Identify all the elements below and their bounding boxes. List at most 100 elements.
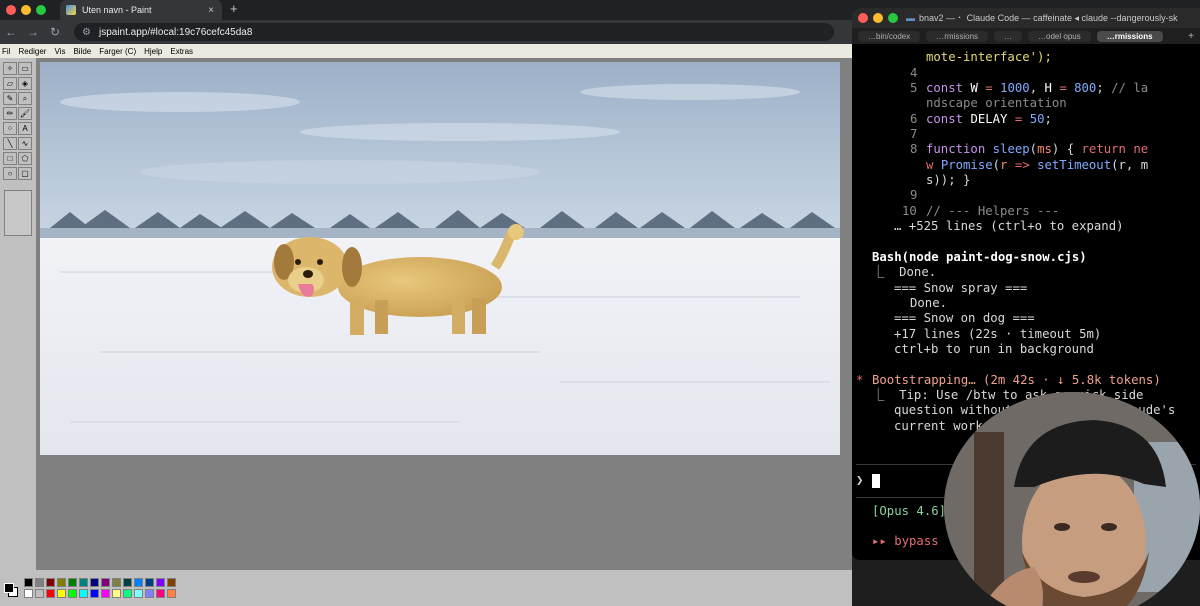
address-bar[interactable]: ⚙ jspaint.app/#local:19c76cefc45da8	[74, 23, 834, 41]
minimize-window-icon[interactable]	[21, 5, 31, 15]
back-button[interactable]: ←	[0, 25, 22, 39]
menu-rediger[interactable]: Rediger	[18, 47, 46, 56]
line-number: 9	[910, 188, 918, 202]
line-number: 10	[902, 204, 917, 218]
terminal-tab[interactable]: …bin/codex	[858, 30, 921, 42]
palette-swatch[interactable]	[167, 578, 176, 587]
palette-swatch[interactable]	[123, 589, 132, 598]
current-colors[interactable]	[2, 578, 20, 602]
palette-swatch[interactable]	[24, 578, 33, 587]
palette-swatch[interactable]	[46, 578, 55, 587]
palette-swatch[interactable]	[101, 578, 110, 587]
code-line: const W = 1000, H = 800; // la	[926, 81, 1149, 95]
bash-command: Bash(node paint-dog-snow.cjs)	[872, 250, 1087, 264]
tool-fill-icon[interactable]: ◈	[18, 77, 32, 90]
reload-button[interactable]: ↻	[44, 25, 66, 39]
palette-swatch[interactable]	[145, 578, 154, 587]
tool-line-icon[interactable]: ╲	[3, 137, 17, 150]
tool-magnifier-icon[interactable]: ⌕	[18, 92, 32, 105]
canvas-area[interactable]	[36, 58, 852, 570]
menu-fargerc[interactable]: Farger (C)	[99, 47, 136, 56]
tool-rectangle-icon[interactable]: □	[3, 152, 17, 165]
palette-swatch[interactable]	[79, 578, 88, 587]
palette-swatch[interactable]	[156, 589, 165, 598]
tool-curve-icon[interactable]: ∿	[18, 137, 32, 150]
add-terminal-tab-button[interactable]: +	[1188, 31, 1194, 42]
palette-swatch[interactable]	[90, 578, 99, 587]
dog-in-snow-painting	[40, 62, 840, 455]
site-info-icon[interactable]: ⚙	[82, 27, 91, 38]
palette-swatch[interactable]	[57, 578, 66, 587]
browser-tab-paint[interactable]: Uten navn - Paint ×	[60, 0, 222, 20]
close-window-icon[interactable]	[6, 5, 16, 15]
tool-color-picker-icon[interactable]: ✎	[3, 92, 17, 105]
palette-swatch[interactable]	[79, 589, 88, 598]
tool-brush-icon[interactable]: 🖌	[18, 107, 32, 120]
menu-extras[interactable]: Extras	[170, 47, 193, 56]
code-line: mote-interface');	[926, 50, 1052, 64]
palette-swatch[interactable]	[101, 589, 110, 598]
line-number: 6	[910, 112, 918, 126]
tool-rounded-rectangle-icon[interactable]: ▢	[18, 167, 32, 180]
browser-toolbar: ← → ↻ ⚙ jspaint.app/#local:19c76cefc45da…	[0, 20, 860, 44]
code-line: const DELAY = 50;	[926, 112, 1052, 126]
spinner-icon: *	[856, 373, 864, 387]
line-number: 5	[910, 81, 918, 95]
webcam-overlay	[944, 392, 1200, 606]
palette-swatch[interactable]	[46, 589, 55, 598]
terminal-tab[interactable]: …odel opus	[1028, 30, 1091, 42]
palette-swatch[interactable]	[35, 589, 44, 598]
palette-swatch[interactable]	[57, 589, 66, 598]
minimize-window-icon[interactable]	[873, 13, 883, 23]
terminal-tab[interactable]: …	[994, 30, 1023, 42]
forward-button[interactable]: →	[22, 25, 44, 39]
terminal-tab[interactable]: …rmissions	[926, 30, 989, 42]
palette-swatch[interactable]	[68, 589, 77, 598]
tool-options-panel[interactable]	[4, 190, 32, 236]
palette-swatch[interactable]	[35, 578, 44, 587]
tool-pencil-icon[interactable]: ✏	[3, 107, 17, 120]
tab-close-icon[interactable]: ×	[208, 5, 214, 16]
palette-swatch[interactable]	[134, 589, 143, 598]
output-line: === Snow spray ===	[894, 281, 1028, 295]
menu-vis[interactable]: Vis	[54, 47, 65, 56]
palette-swatch[interactable]	[123, 578, 132, 587]
palette-swatch[interactable]	[167, 589, 176, 598]
bypass-status[interactable]: ▸▸ bypass	[872, 534, 939, 549]
expand-hint[interactable]: … +525 lines (ctrl+o to expand)	[894, 219, 1124, 234]
code-line: function sleep(ms) { return ne	[926, 142, 1149, 156]
tool-ellipse-icon[interactable]: ○	[3, 167, 17, 180]
maximize-window-icon[interactable]	[888, 13, 898, 23]
maximize-window-icon[interactable]	[36, 5, 46, 15]
terminal-tab[interactable]: …rmissions	[1096, 30, 1163, 42]
palette-swatch[interactable]	[156, 578, 165, 587]
palette-swatch[interactable]	[134, 578, 143, 587]
prompt-icon: ❯	[856, 473, 864, 487]
palette-swatch[interactable]	[112, 578, 121, 587]
line-number: 4	[910, 66, 918, 80]
code-comment: // --- Helpers ---	[926, 204, 1060, 218]
palette-swatch[interactable]	[112, 589, 121, 598]
output-line: Done.	[910, 296, 948, 310]
menu-bilde[interactable]: Bilde	[73, 47, 91, 56]
tab-title: Uten navn - Paint	[82, 5, 152, 15]
drawing-canvas[interactable]	[40, 62, 840, 455]
tool-select-rect-icon[interactable]: ▭	[18, 62, 32, 75]
menu-fil[interactable]: Fil	[2, 47, 10, 56]
palette-swatch[interactable]	[90, 589, 99, 598]
menu-hjelp[interactable]: Hjelp	[144, 47, 162, 56]
palette-swatch[interactable]	[68, 578, 77, 587]
tool-text-icon[interactable]: A	[18, 122, 32, 135]
palette-swatch[interactable]	[145, 589, 154, 598]
tool-polygon-icon[interactable]: ⬠	[18, 152, 32, 165]
close-window-icon[interactable]	[858, 13, 868, 23]
tool-eraser-icon[interactable]: ▱	[3, 77, 17, 90]
palette-swatch[interactable]	[24, 589, 33, 598]
line-number: 7	[910, 127, 918, 141]
foreground-color[interactable]	[4, 583, 14, 593]
terminal-title: bnav2 — ⠂ Claude Code — caffeinate ◂ cla…	[919, 12, 1178, 23]
paint-toolbox: ✧ ▭ ▱ ◈ ✎ ⌕ ✏ 🖌 ⁘ A ╲ ∿ □ ⬠ ○ ▢	[0, 58, 36, 570]
tool-airbrush-icon[interactable]: ⁘	[3, 122, 17, 135]
new-tab-button[interactable]: +	[230, 1, 238, 16]
tool-select-free-icon[interactable]: ✧	[3, 62, 17, 75]
